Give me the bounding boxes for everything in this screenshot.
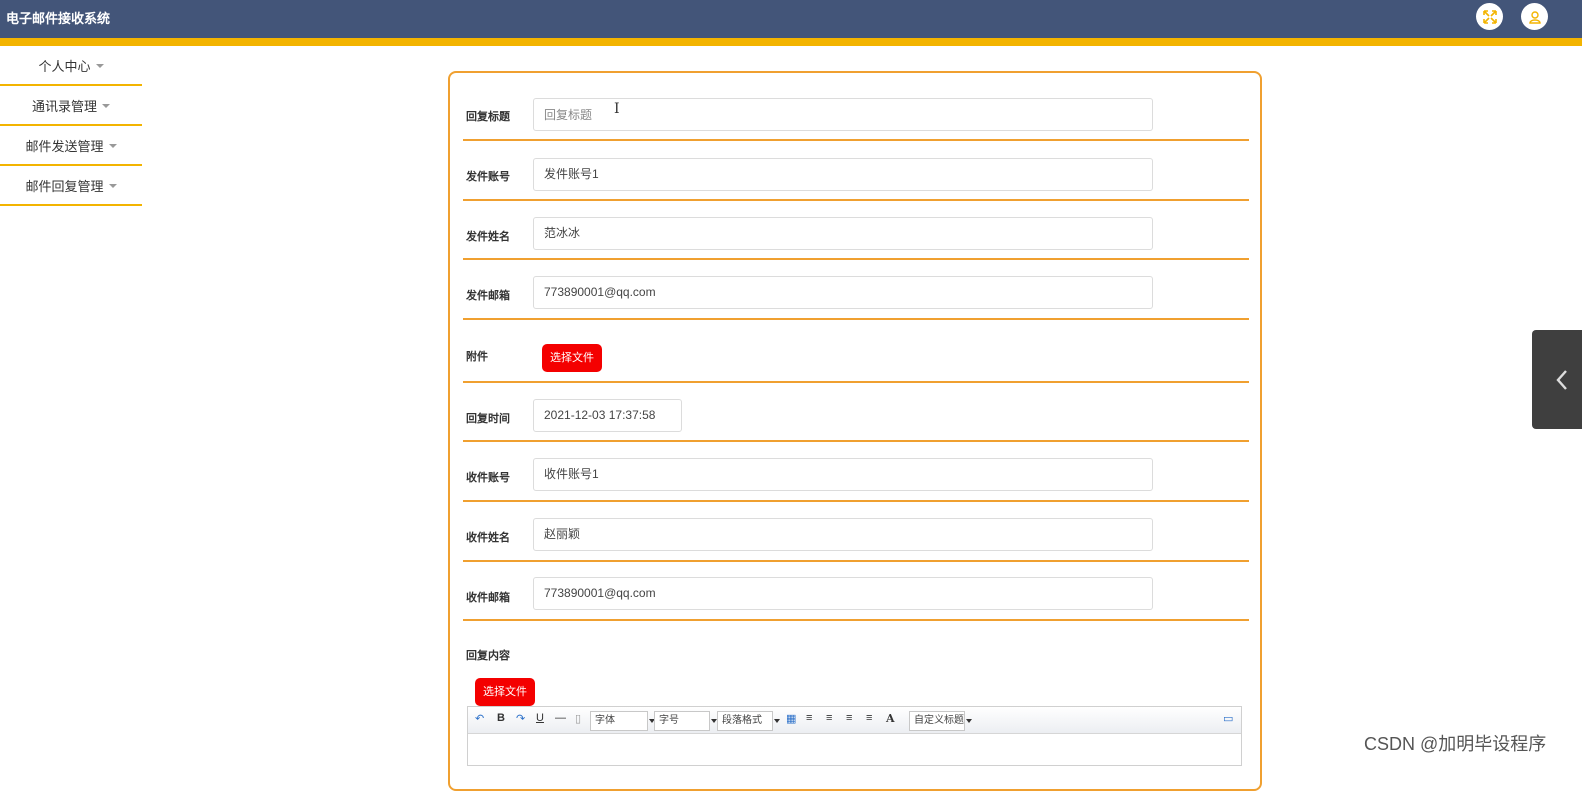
custom-title-value: 自定义标题 [914,715,964,726]
reply-form: 回复标题 发件账号 发件账号1 发件姓名 范冰冰 发件邮箱 773890001@… [448,71,1262,791]
sidebar-item-mail-reply[interactable]: 邮件回复管理 [0,166,142,206]
reply-title-label: 回复标题 [466,111,510,123]
user-button[interactable] [1521,3,1548,30]
recipient-email-label: 收件邮箱 [466,592,510,604]
align-center-icon[interactable]: ≡ [846,712,852,724]
side-panel-toggle[interactable] [1532,330,1582,429]
table-icon[interactable]: ▦ [786,712,796,725]
form-row-recipient-email: 收件邮箱 773890001@qq.com [463,562,1249,621]
reply-time-input[interactable]: 2021-12-03 17:37:58 [533,399,682,432]
dropdown-arrow-icon [774,719,780,723]
caret-down-icon [108,143,117,148]
attachment-label: 附件 [466,351,488,363]
chevron-left-icon [1556,369,1567,390]
sidebar: 个人中心 通讯录管理 邮件发送管理 邮件回复管理 [0,46,142,206]
reply-title-input[interactable] [533,98,1153,131]
bold-icon[interactable]: B [497,712,505,724]
form-row-reply-time: 回复时间 2021-12-03 17:37:58 [463,383,1249,442]
underline-icon[interactable]: U [536,712,544,724]
reply-time-label: 回复时间 [466,413,510,425]
font-size-select[interactable]: 字号 [654,711,717,731]
text-cursor-icon: I [614,101,620,117]
paragraph-format-value: 段落格式 [722,715,762,726]
recipient-account-input[interactable]: 收件账号1 [533,458,1153,491]
form-row-reply-title: 回复标题 [463,73,1249,141]
custom-title-select[interactable]: 自定义标题 [909,711,972,731]
sidebar-item-label: 邮件回复管理 [25,178,104,194]
sidebar-item-label: 通讯录管理 [31,98,97,114]
sender-account-label: 发件账号 [466,171,510,183]
document-icon[interactable]: ▯ [575,712,581,725]
align-right-icon[interactable]: ≡ [826,712,832,724]
form-row-recipient-account: 收件账号 收件账号1 [463,442,1249,502]
caret-down-icon [102,103,110,108]
horizontal-rule-icon[interactable]: — [555,712,566,724]
recipient-name-label: 收件姓名 [466,532,510,544]
rich-text-editor[interactable]: ↶ B ↷ U — ▯ 字体 字号 段落格式 ▦ ≡ ≡ ≡ ≡ A 自定义标题 [467,706,1242,766]
form-row-attachment: 附件 选择文件 [463,320,1249,383]
font-family-select[interactable]: 字体 [590,711,655,731]
sidebar-item-label: 邮件发送管理 [25,138,104,154]
user-icon [1528,10,1541,24]
sender-account-input[interactable]: 发件账号1 [533,158,1153,191]
content-choose-file-button[interactable]: 选择文件 [475,678,535,706]
align-justify-icon[interactable]: ≡ [866,712,872,724]
font-color-icon[interactable]: A [886,712,895,725]
preview-icon[interactable]: ▭ [1223,712,1233,725]
paragraph-format-select[interactable]: 段落格式 [717,711,780,731]
sender-name-label: 发件姓名 [466,231,510,243]
form-row-recipient-name: 收件姓名 赵丽颖 [463,502,1249,562]
dropdown-arrow-icon [966,719,972,723]
attachment-choose-file-button[interactable]: 选择文件 [542,344,602,372]
redo-icon[interactable]: ↷ [516,712,525,725]
recipient-email-input[interactable]: 773890001@qq.com [533,577,1153,610]
app-title: 电子邮件接收系统 [6,11,111,26]
watermark: CSDN @加明毕设程序 [1364,734,1547,754]
top-bar: 电子邮件接收系统 [0,0,1582,38]
form-row-sender-name: 发件姓名 范冰冰 [463,201,1249,260]
recipient-name-input[interactable]: 赵丽颖 [533,518,1153,551]
sender-email-input[interactable]: 773890001@qq.com [533,276,1153,309]
recipient-account-label: 收件账号 [466,472,510,484]
sender-email-label: 发件邮箱 [466,290,510,302]
font-size-value: 字号 [659,715,679,726]
font-family-value: 字体 [595,715,615,726]
caret-down-icon [95,63,104,68]
align-left-icon[interactable]: ≡ [806,712,812,724]
caret-down-icon [108,183,117,188]
fullscreen-button[interactable] [1476,3,1503,30]
accent-stripe [0,38,1582,46]
form-row-sender-account: 发件账号 发件账号1 [463,141,1249,201]
sidebar-item-label: 个人中心 [38,58,91,74]
sidebar-item-contacts[interactable]: 通讯录管理 [0,86,142,126]
sidebar-item-personal-center[interactable]: 个人中心 [0,46,142,86]
undo-icon[interactable]: ↶ [475,712,484,725]
sender-name-input[interactable]: 范冰冰 [533,217,1153,250]
fullscreen-icon [1482,9,1497,24]
reply-content-label: 回复内容 [466,650,510,662]
editor-toolbar: ↶ B ↷ U — ▯ 字体 字号 段落格式 ▦ ≡ ≡ ≡ ≡ A 自定义标题 [468,707,1241,734]
sidebar-item-mail-send[interactable]: 邮件发送管理 [0,126,142,166]
form-row-sender-email: 发件邮箱 773890001@qq.com [463,260,1249,320]
